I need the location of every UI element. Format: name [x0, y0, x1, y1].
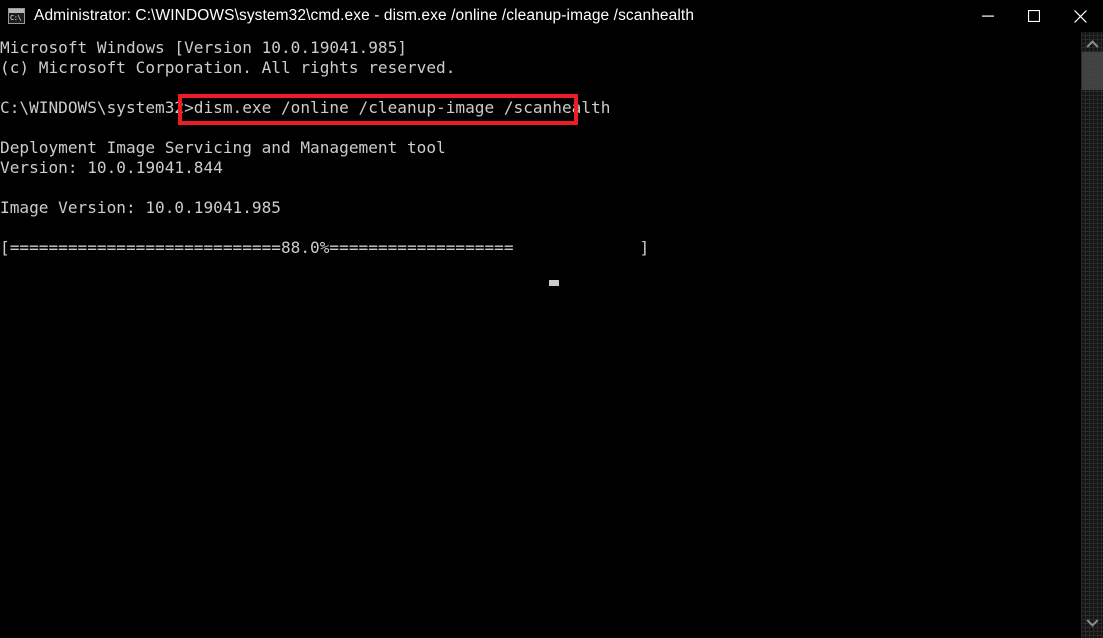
cmd-console-icon: C:\ [8, 8, 25, 24]
console-line: Deployment Image Servicing and Managemen… [0, 138, 446, 157]
icon-prompt-glyph: C:\ [10, 14, 22, 22]
title-bar[interactable]: C:\ Administrator: C:\WINDOWS\system32\c… [0, 0, 1103, 32]
close-icon [1073, 9, 1087, 23]
scroll-down-button[interactable] [1081, 612, 1103, 632]
cmd-window: C:\ Administrator: C:\WINDOWS\system32\c… [0, 0, 1103, 638]
close-button[interactable] [1057, 0, 1103, 32]
chevron-up-icon [1085, 39, 1099, 48]
console-line: Microsoft Windows [Version 10.0.19041.98… [0, 38, 407, 57]
scrollbar-track[interactable] [1081, 32, 1103, 638]
vertical-scrollbar[interactable] [1081, 32, 1103, 638]
console-line: Image Version: 10.0.19041.985 [0, 198, 281, 217]
scrollbar-thumb[interactable] [1082, 52, 1103, 90]
maximize-button[interactable] [1011, 0, 1057, 32]
block-cursor [549, 280, 559, 286]
minimize-icon [982, 15, 994, 17]
scroll-up-button[interactable] [1081, 34, 1103, 54]
maximize-icon [1028, 10, 1040, 22]
window-title: Administrator: C:\WINDOWS\system32\cmd.e… [34, 7, 695, 24]
console-line: Version: 10.0.19041.844 [0, 158, 223, 177]
console-progress-bar: [============================88.0%======… [0, 238, 650, 257]
chevron-down-icon [1085, 618, 1099, 627]
window-controls [965, 0, 1103, 32]
minimize-button[interactable] [965, 0, 1011, 32]
console-line: (c) Microsoft Corporation. All rights re… [0, 58, 456, 77]
command-highlight-rectangle [178, 94, 578, 125]
